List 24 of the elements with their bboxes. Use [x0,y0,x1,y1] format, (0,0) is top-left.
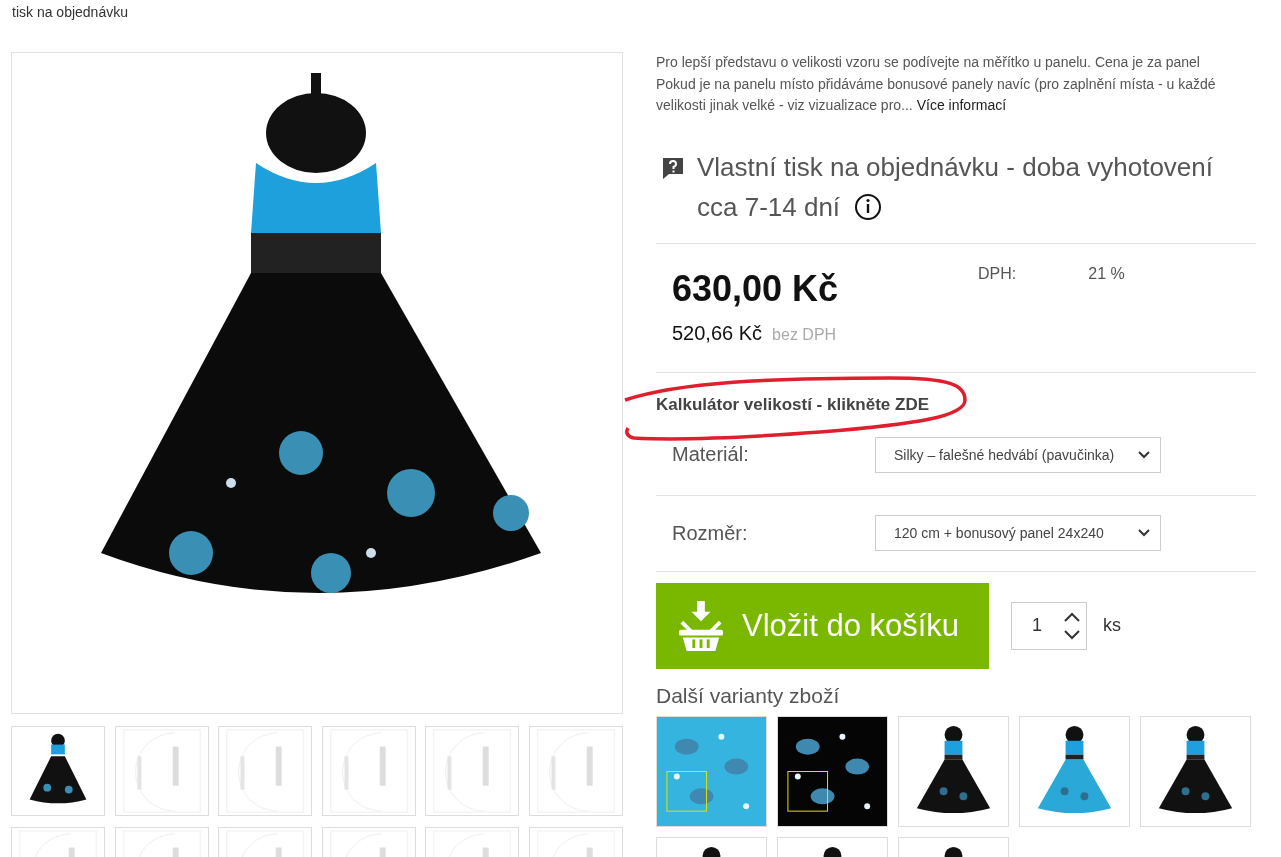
option-label: Rozměr: [672,521,749,545]
net-price-label: bez DPH [772,325,837,344]
price: 630,00 Kč [672,267,840,310]
chevron-down-icon [1138,450,1150,459]
variants-heading: Další varianty zboží [656,683,841,708]
breadcrumb[interactable]: tisk na objednávku [12,4,128,20]
unit-label: ks [1103,615,1121,636]
vat-value: 21 % [1088,264,1125,283]
chevron-down-icon [1138,529,1150,537]
quantity-field[interactable]: 1 [1011,601,1087,650]
basket-icon [678,600,724,651]
net-price: 520,66 Kč [672,321,763,345]
description-text: Pro lepší představu o velikosti vzoru se podívejte na měřítko u panelu. Cena je za panel Pokud je na panelu místo přidáváme bonusové panely navíc (pro zaplnění místa - u každé velikosti jinak velké - viz vizualizace pro... Více informací [656,53,1217,115]
option-select[interactable]: Silky – falešné hedvábí (pavučinka) [875,436,1161,473]
availability-heading: Vlastní tisk na objednávku - doba vyhotovení cca 7-14 dní [697,150,1214,224]
vat-label: DPH: [978,264,1017,283]
chevron-up-icon[interactable] [1064,611,1080,622]
question-icon [661,155,685,180]
size-calculator-link[interactable]: Kalkulátor velikostí - klikněte ZDE [656,372,1256,415]
chevron-down-icon[interactable] [1064,629,1080,640]
option-select[interactable]: 120 cm + bonusový panel 24x240 [875,515,1161,551]
info-icon[interactable] [854,192,883,221]
option-label: Materiál: [672,443,750,466]
more-info-link[interactable]: Více informací [916,97,1007,113]
